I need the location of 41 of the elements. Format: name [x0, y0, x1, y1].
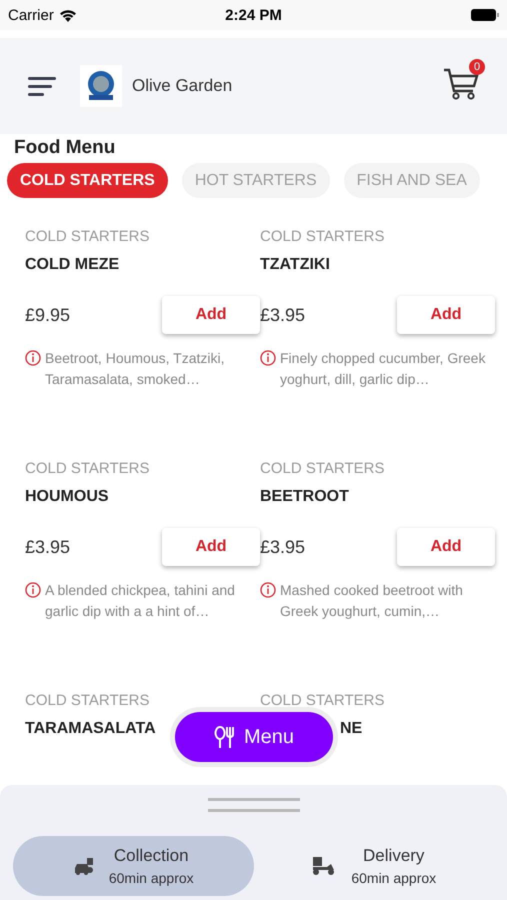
restaurant-name: Olive Garden — [132, 76, 232, 96]
section-title: Food Menu — [13, 136, 116, 159]
info-icon — [25, 350, 41, 366]
carrier-label: Carrier — [8, 6, 54, 24]
product-name: BEETROOT — [260, 488, 349, 506]
product-name: HOUMOUS — [25, 488, 109, 506]
product-category: COLD STARTERS — [260, 692, 386, 709]
category-tab[interactable]: COLD STARTERS — [7, 163, 168, 198]
product-name: TARAMASALATA — [25, 720, 156, 738]
wifi-icon — [58, 8, 77, 22]
add-button[interactable]: Add — [162, 528, 260, 566]
product-price: £3.95 — [25, 536, 70, 558]
product-description: Mashed cooked beetroot with Greek youghurt, cumin,… — [280, 581, 464, 621]
order-type-option[interactable]: Collection 60min approx — [13, 836, 254, 896]
add-button[interactable]: Add — [162, 296, 260, 334]
info-icon — [260, 582, 276, 598]
add-button[interactable]: Add — [397, 528, 495, 566]
product-price: £3.95 — [260, 536, 306, 558]
order-type-option[interactable]: Delivery 60min approx — [254, 836, 494, 896]
info-icon — [260, 350, 276, 366]
product-description: Finely chopped cucumber, Greek yoghurt, dill, garlic dip… — [280, 349, 486, 389]
add-button[interactable]: Add — [397, 296, 495, 334]
cart-count-badge: 0 — [469, 58, 485, 74]
product-price: £3.95 — [260, 304, 306, 326]
product-category: COLD STARTERS — [25, 692, 150, 709]
clock-time: 2:24 PM — [225, 6, 282, 24]
battery-icon — [470, 9, 499, 21]
menu-button[interactable]: Menu — [175, 712, 333, 762]
fork-spoon-icon — [214, 725, 236, 749]
product-name: COLD MEZE — [25, 256, 120, 274]
product-name: TZATZIKI — [260, 256, 330, 274]
product-price: £9.95 — [25, 304, 70, 326]
menu-icon[interactable] — [28, 76, 56, 96]
product-category: COLD STARTERS — [25, 460, 150, 477]
restaurant-logo — [80, 65, 122, 107]
product-category: COLD STARTERS — [260, 228, 386, 245]
info-icon — [25, 582, 41, 598]
product-category: COLD STARTERS — [260, 460, 386, 477]
product-category: COLD STARTERS — [25, 228, 150, 245]
product-description: A blended chickpea, tahini and garlic dip with a a hint of… — [45, 581, 236, 621]
product-description: Beetroot, Houmous, Tzatziki, Taramasalata, smoked… — [45, 349, 226, 389]
